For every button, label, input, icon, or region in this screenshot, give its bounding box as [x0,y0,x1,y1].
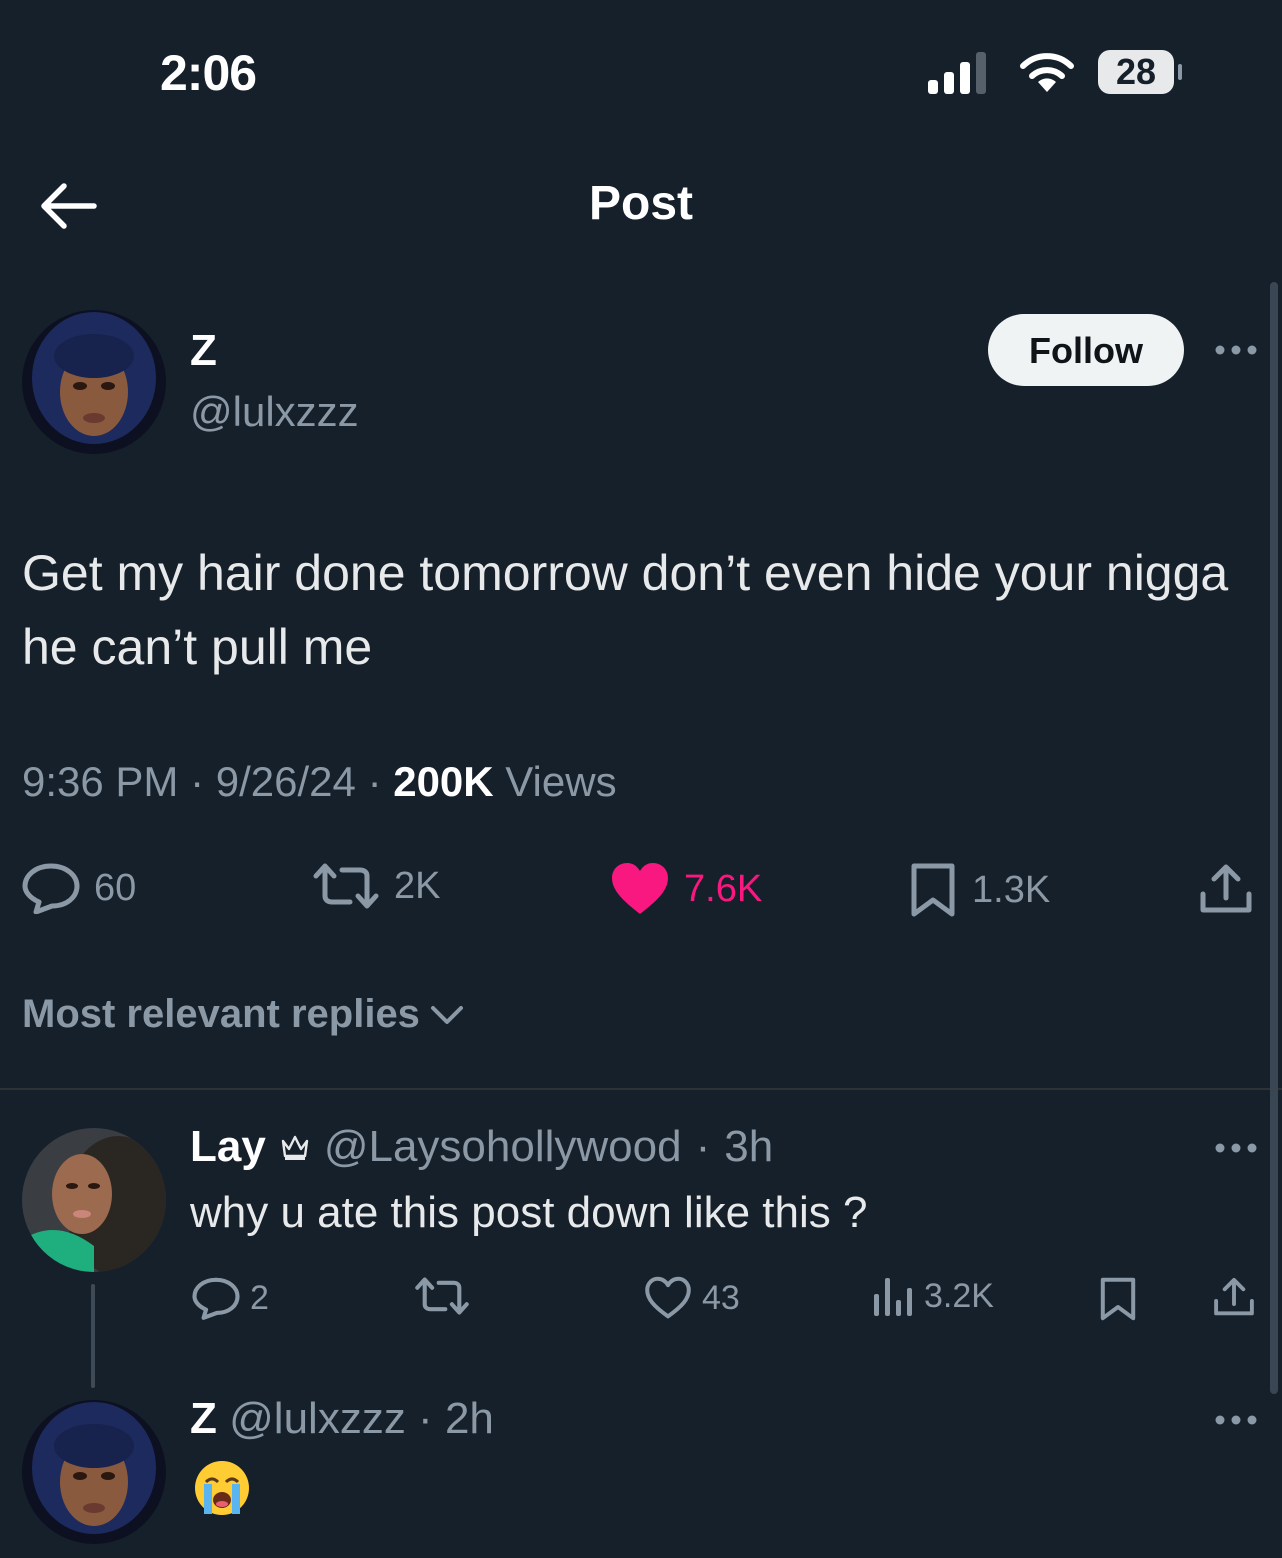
post-date[interactable]: 9/26/24 [216,758,356,805]
reply-sort-dropdown[interactable]: Most relevant replies [22,992,464,1037]
reply-age: 2h [444,1394,494,1443]
meta-separator: · [695,1122,711,1171]
share-button[interactable] [1212,1276,1256,1318]
analytics-icon [874,1278,912,1316]
loudly-crying-face-icon [192,1458,252,1518]
reply-icon [192,1277,240,1320]
more-options-icon[interactable] [1214,344,1258,356]
meta-separator: · [418,1394,433,1443]
like-button[interactable]: 43 [644,1276,740,1320]
cellular-signal-icon [928,52,994,94]
author-handle[interactable]: @lulxzzz [190,388,359,436]
share-button[interactable] [1198,862,1254,916]
bookmark-count: 1.3K [972,868,1051,911]
author-name[interactable]: Z [190,326,217,376]
bookmark-button[interactable]: 1.3K [908,862,1050,918]
battery-indicator: 28 [1098,50,1182,94]
meta-separator: · [190,758,216,805]
like-count: 7.6K [684,867,763,910]
reply-author-handle[interactable]: @lulxzzz [229,1394,406,1443]
reply-author-handle[interactable]: @Laysohollywood [324,1122,682,1172]
reply-age: 3h [724,1122,774,1171]
reply-button[interactable]: 60 [22,862,136,914]
views-label: Views [505,758,617,805]
reply-author-name[interactable]: Lay [190,1122,266,1172]
scrollbar[interactable] [1270,282,1278,1394]
repost-icon [415,1277,469,1315]
crown-icon [281,1135,309,1160]
reply-sort-label: Most relevant replies [22,992,420,1036]
heart-outline-icon [645,1276,691,1319]
like-count: 43 [702,1278,740,1317]
more-options-icon[interactable] [1214,1414,1258,1426]
reply-author-name[interactable]: Z [190,1394,217,1443]
meta-separator: · [367,758,394,805]
status-time: 2:06 [160,45,257,101]
post-text: Get my hair done tomorrow don’t even hid… [22,545,1229,675]
like-button[interactable]: 7.6K [610,862,762,916]
share-icon [1200,864,1252,913]
author-avatar[interactable] [22,310,166,454]
post-meta: 9:36 PM · 9/26/24 · 200K Views [22,758,617,806]
share-icon [1214,1277,1254,1316]
divider [0,1088,1282,1090]
battery-level: 28 [1115,51,1157,92]
chevron-down-icon [430,1005,463,1024]
reply-avatar[interactable] [22,1128,166,1272]
follow-button[interactable]: Follow [988,314,1184,386]
repost-button[interactable]: 2K [312,862,440,910]
repost-button[interactable] [414,1276,470,1316]
heart-filled-icon [612,863,668,914]
reply-button[interactable]: 2 [192,1276,269,1320]
reply-text: why u ate this post down like this ? [190,1188,868,1237]
reply-count: 2 [250,1278,269,1317]
repost-count: 2K [394,864,441,907]
views-count: 3.2K [924,1276,994,1315]
reply-count: 60 [94,866,137,909]
reply-avatar[interactable] [22,1400,166,1544]
views-count: 200K [393,758,494,805]
bookmark-button[interactable] [1098,1276,1138,1322]
wifi-icon [1018,52,1076,94]
thread-connector [91,1284,95,1388]
reply-icon [22,863,80,914]
bookmark-icon [1100,1277,1136,1321]
more-options-icon[interactable] [1214,1142,1258,1154]
reply-header: Z @lulxzzz · 2h [190,1394,494,1444]
repost-icon [313,863,379,909]
views-button[interactable]: 3.2K [872,1276,994,1316]
page-title: Post [588,177,693,230]
bookmark-icon [911,863,955,917]
reply-header: Lay @Laysohollywood · 3h [190,1122,773,1172]
post-time: 9:36 PM [22,758,179,805]
